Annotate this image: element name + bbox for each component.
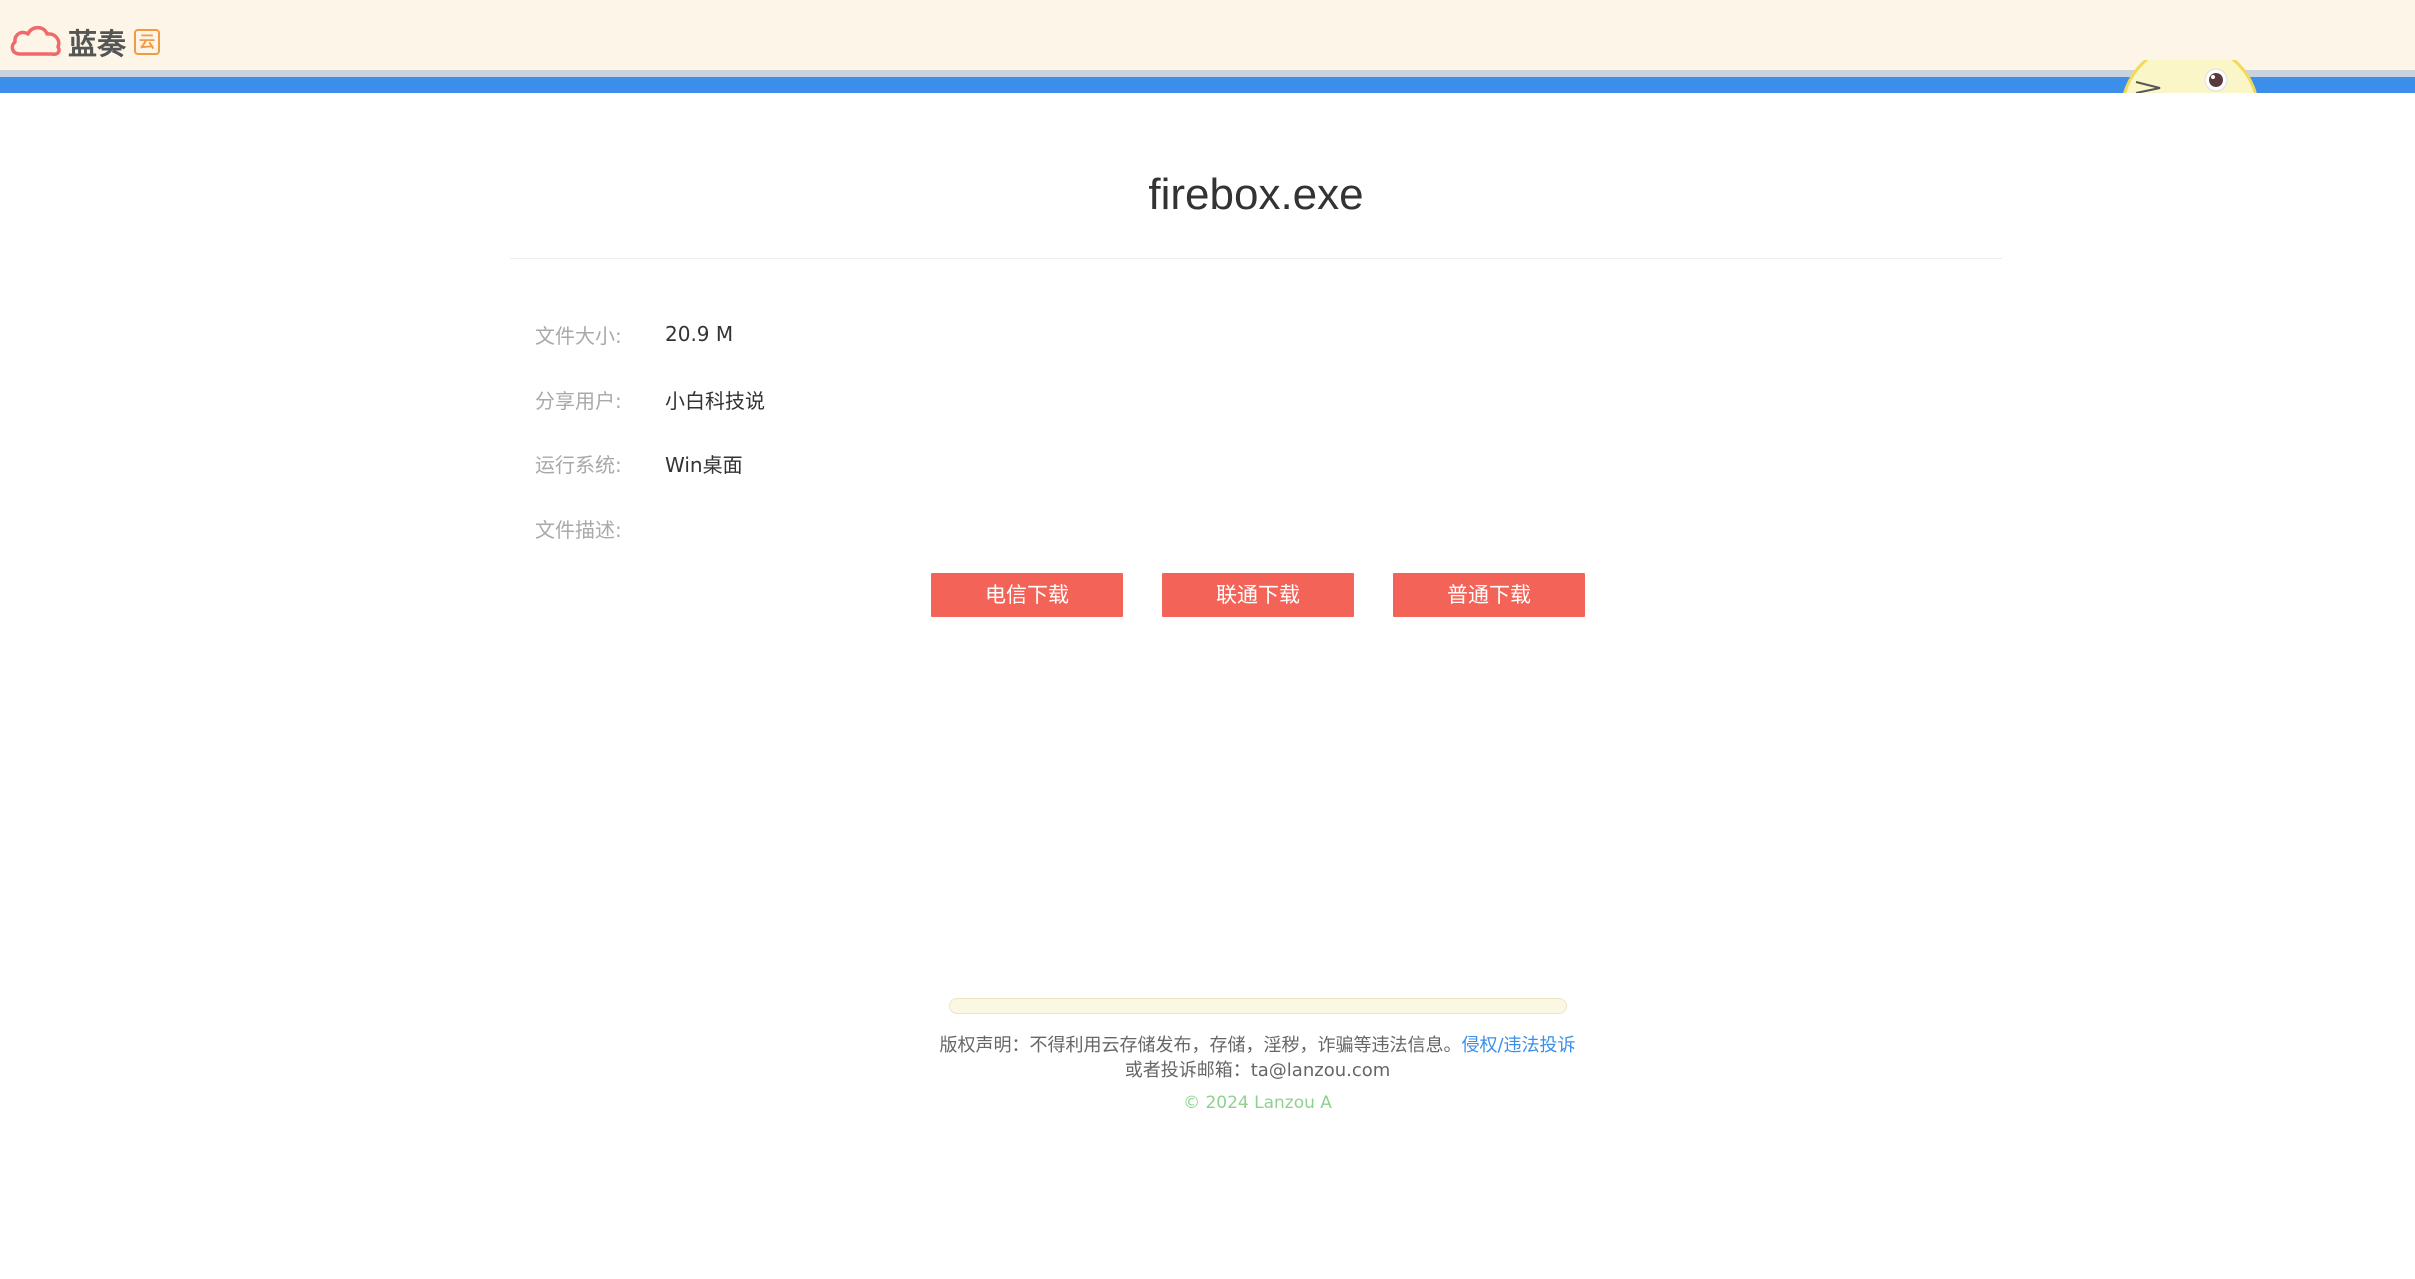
notice-text: 版权声明：不得利用云存储发布，存储，淫秽，诈骗等违法信息。 bbox=[939, 1035, 1462, 1056]
logo-text: 蓝奏 bbox=[68, 27, 127, 61]
loading-bar bbox=[949, 998, 1567, 1014]
telecom-download-button[interactable]: 电信下载 bbox=[931, 573, 1123, 617]
header-accent-bar bbox=[0, 77, 2415, 93]
normal-download-button[interactable]: 普通下载 bbox=[1393, 573, 1585, 617]
os-row: 运行系统: Win桌面 bbox=[535, 445, 743, 481]
copyright-notice: 版权声明：不得利用云存储发布，存储，淫秽，诈骗等违法信息。侵权/违法投诉 bbox=[0, 1031, 2415, 1057]
report-link[interactable]: 侵权/违法投诉 bbox=[1461, 1035, 1575, 1056]
site-logo[interactable]: 蓝奏 云 bbox=[8, 20, 161, 64]
cloud-icon bbox=[8, 22, 64, 62]
description-row: 文件描述: bbox=[535, 510, 665, 546]
file-size-value: 20.9 M bbox=[665, 322, 734, 346]
share-user-label: 分享用户: bbox=[535, 388, 622, 413]
top-header bbox=[0, 0, 2415, 73]
mascot-icon bbox=[2120, 60, 2270, 93]
report-email: 或者投诉邮箱：ta@lanzou.com bbox=[1124, 1060, 1391, 1081]
description-label: 文件描述: bbox=[535, 517, 622, 542]
os-value: Win桌面 bbox=[665, 452, 743, 477]
copyright-text: © 2024 Lanzou A bbox=[1183, 1093, 1332, 1113]
logo-badge: 云 bbox=[134, 29, 161, 55]
share-user-row: 分享用户: 小白科技说 bbox=[535, 381, 765, 417]
file-size-row: 文件大小: 20.9 M bbox=[535, 316, 733, 352]
share-user-value: 小白科技说 bbox=[665, 388, 765, 413]
os-label: 运行系统: bbox=[535, 452, 622, 477]
file-size-label: 文件大小: bbox=[535, 323, 622, 348]
title-divider bbox=[510, 258, 2002, 259]
unicom-download-button[interactable]: 联通下载 bbox=[1162, 573, 1354, 617]
file-title: firebox.exe bbox=[1148, 170, 1364, 219]
